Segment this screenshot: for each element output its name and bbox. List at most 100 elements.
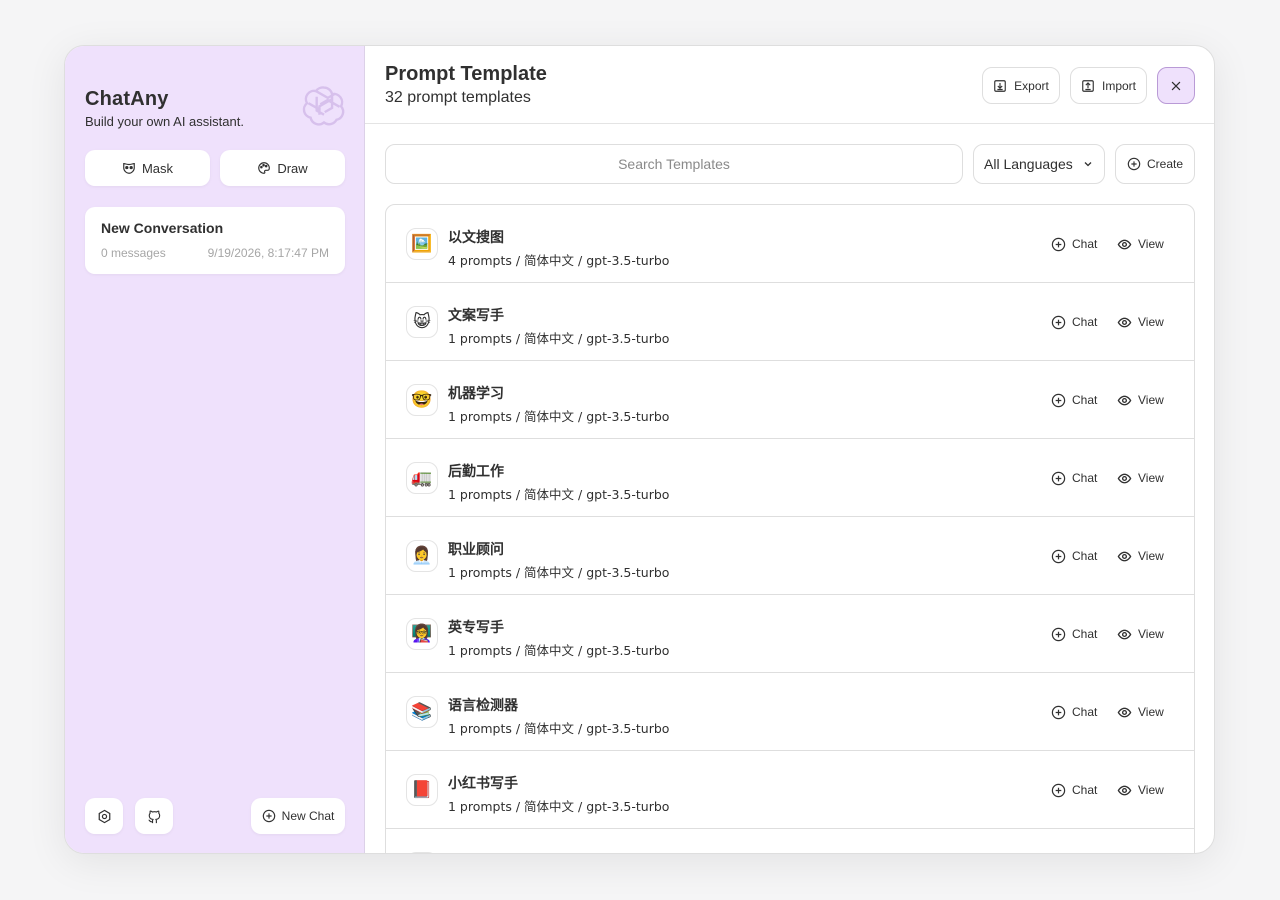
template-name: 后勤工作 [448, 464, 504, 480]
chevron-down-icon [1084, 162, 1092, 167]
chat-button[interactable]: Chat [1051, 624, 1097, 644]
eye-icon [1117, 239, 1132, 249]
plus-circle-icon [1051, 315, 1066, 329]
view-label: View [1138, 237, 1164, 251]
template-row: 🚛 后勤工作 1 prompts / 简体中文 / gpt-3.5-turbo … [386, 439, 1194, 517]
chat-label: Chat [1072, 393, 1098, 407]
eye-icon [1117, 785, 1132, 795]
template-avatar-icon: 📕 [406, 774, 438, 806]
export-button[interactable]: Export [982, 67, 1060, 104]
sidebar: ChatAny Build your own AI assistant. Mas… [65, 46, 365, 853]
download-icon [994, 79, 1006, 92]
plus-circle-icon [1051, 471, 1066, 485]
template-avatar-icon: 🖼️ [406, 228, 438, 260]
import-label: Import [1101, 78, 1136, 93]
new-chat-label: New Chat [281, 809, 335, 823]
create-button[interactable]: Create [1115, 144, 1195, 184]
template-description: 1 prompts / 简体中文 / gpt-3.5-turbo [448, 799, 670, 814]
chat-label: Chat [1072, 627, 1098, 641]
template-row: 🖼️ 以文搜图 4 prompts / 简体中文 / gpt-3.5-turbo… [386, 205, 1194, 283]
close-icon [1171, 81, 1181, 90]
chat-button[interactable]: Chat [1051, 390, 1097, 410]
template-description: 1 prompts / 简体中文 / gpt-3.5-turbo [448, 409, 670, 424]
template-row: 📚 语言检测器 1 prompts / 简体中文 / gpt-3.5-turbo… [386, 673, 1194, 751]
chat-label: Chat [1072, 471, 1098, 485]
template-description: 1 prompts / 简体中文 / gpt-3.5-turbo [448, 643, 670, 658]
view-button[interactable]: View [1117, 546, 1164, 566]
chat-label: Chat [1072, 705, 1098, 719]
view-label: View [1138, 549, 1164, 563]
settings-button[interactable] [85, 798, 123, 834]
view-button[interactable]: View [1117, 234, 1164, 254]
github-icon [147, 810, 160, 823]
app-title: ChatAny [85, 88, 169, 110]
template-name: 英专写手 [448, 620, 504, 636]
conversation-message-count: 0 messages [101, 246, 166, 260]
template-avatar-icon: 🤓 [406, 384, 438, 416]
draw-label: Draw [277, 160, 308, 176]
chat-button[interactable]: Chat [1051, 312, 1097, 332]
template-description: 1 prompts / 简体中文 / gpt-3.5-turbo [448, 565, 670, 580]
github-button[interactable] [135, 798, 173, 834]
view-label: View [1138, 315, 1164, 329]
template-avatar-icon: 📚 [406, 696, 438, 728]
template-name: 语言检测器 [448, 698, 518, 714]
chat-label: Chat [1072, 237, 1098, 251]
view-button[interactable]: View [1117, 312, 1164, 332]
chat-button[interactable]: Chat [1051, 546, 1097, 566]
template-description: 4 prompts / 简体中文 / gpt-3.5-turbo [448, 253, 670, 268]
template-name: 以文搜图 [448, 230, 504, 246]
mask-icon [123, 163, 135, 174]
view-button[interactable]: View [1117, 624, 1164, 644]
conversation-title: New Conversation [101, 220, 224, 236]
search-input[interactable] [385, 144, 963, 184]
eye-icon [1117, 551, 1132, 561]
template-description: 1 prompts / 简体中文 / gpt-3.5-turbo [448, 487, 670, 502]
plus-circle-icon [262, 809, 275, 823]
template-name: 小红书写手 [448, 776, 518, 792]
view-label: View [1138, 627, 1164, 641]
view-button[interactable]: View [1117, 780, 1164, 800]
plus-circle-icon [1127, 157, 1141, 171]
plus-circle-icon [1051, 237, 1066, 251]
language-select[interactable]: All Languages [973, 144, 1105, 184]
template-name: 简历写手 [448, 851, 669, 853]
chat-label: Chat [1072, 549, 1098, 563]
eye-icon [1117, 395, 1132, 405]
template-row: 😸 文案写手 1 prompts / 简体中文 / gpt-3.5-turbo … [386, 283, 1194, 361]
close-button[interactable] [1157, 67, 1195, 104]
chat-button[interactable]: Chat [1051, 468, 1097, 488]
chat-button[interactable]: Chat [1051, 702, 1097, 722]
view-button[interactable]: View [1117, 702, 1164, 722]
import-button[interactable]: Import [1070, 67, 1147, 104]
prompt-template-panel: Prompt Template 32 prompt templates Expo… [365, 46, 1214, 853]
conversation-item[interactable]: New Conversation 0 messages 9/19/2026, 8… [85, 207, 345, 274]
template-row: 📕 小红书写手 1 prompts / 简体中文 / gpt-3.5-turbo… [386, 751, 1194, 829]
language-value: All Languages [984, 156, 1073, 172]
app-window: ChatAny Build your own AI assistant. Mas… [64, 45, 1215, 854]
draw-button[interactable]: Draw [220, 150, 345, 186]
settings-icon [98, 809, 110, 823]
template-avatar-icon: 🚛 [406, 462, 438, 494]
template-description: 1 prompts / 简体中文 / gpt-3.5-turbo [448, 331, 670, 346]
template-name: 文案写手 [448, 308, 504, 324]
chat-button[interactable]: Chat [1051, 780, 1097, 800]
template-name: 机器学习 [448, 386, 504, 402]
plus-circle-icon [1051, 705, 1066, 719]
upload-icon [1082, 79, 1094, 92]
new-chat-button[interactable]: New Chat [251, 798, 345, 834]
template-row: 🤓 机器学习 1 prompts / 简体中文 / gpt-3.5-turbo … [386, 361, 1194, 439]
eye-icon [1117, 629, 1132, 639]
eye-icon [1117, 317, 1132, 327]
template-avatar-icon: 📝 [406, 852, 438, 853]
eye-icon [1117, 473, 1132, 483]
template-name: 职业顾问 [448, 542, 504, 558]
view-label: View [1138, 705, 1164, 719]
view-button[interactable]: View [1117, 468, 1164, 488]
template-avatar-icon: 😸 [406, 306, 438, 338]
view-label: View [1138, 471, 1164, 485]
mask-button[interactable]: Mask [85, 150, 210, 186]
chat-button[interactable]: Chat [1051, 234, 1097, 254]
chat-label: Chat [1072, 315, 1098, 329]
view-button[interactable]: View [1117, 390, 1164, 410]
